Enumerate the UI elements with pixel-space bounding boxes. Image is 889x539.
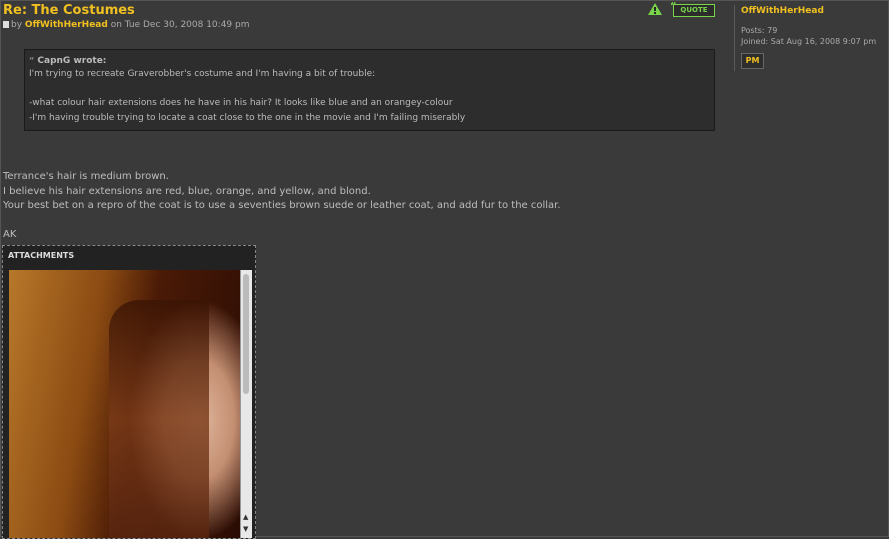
attachment-scrollbar[interactable]: ▲ ▼ — [240, 270, 252, 538]
scrollbar-thumb[interactable] — [243, 274, 249, 394]
quote-cite: “ CapnG wrote: — [29, 56, 106, 66]
quote-line-3: -I'm having trouble trying to locate a c… — [29, 113, 466, 123]
post-author-link[interactable]: OffWithHerHead — [25, 20, 108, 30]
post-meta: by OffWithHerHead on Tue Dec 30, 2008 10… — [3, 20, 249, 30]
pm-button[interactable]: PM — [741, 53, 764, 69]
body-line-3: Your best bet on a repro of the coat is … — [3, 200, 561, 211]
author-profile: OffWithHerHead Posts: 79 Joined: Sat Aug… — [741, 6, 876, 46]
post-icon[interactable] — [3, 21, 9, 28]
profile-name[interactable]: OffWithHerHead — [741, 6, 876, 16]
report-icon[interactable] — [648, 3, 662, 15]
quote-line-1: I'm trying to recreate Graverobber's cos… — [29, 69, 376, 79]
by-label: by — [11, 20, 23, 30]
scroll-down-icon[interactable]: ▼ — [243, 525, 248, 533]
quote-icon: “ — [29, 56, 35, 65]
attachments-label: ATTACHMENTS — [8, 251, 75, 260]
quote-line-2: -what colour hair extensions does he hav… — [29, 98, 453, 108]
quote-box: “ CapnG wrote: I'm trying to recreate Gr… — [24, 49, 715, 131]
post-date: on Tue Dec 30, 2008 10:49 pm — [110, 20, 250, 30]
quote-mark-icon: “ — [670, 1, 677, 12]
profile-joined: Joined: Sat Aug 16, 2008 9:07 pm — [741, 37, 877, 46]
signature: AK — [3, 229, 17, 240]
body-line-2: I believe his hair extensions are red, b… — [3, 186, 371, 197]
quote-cite-text: CapnG wrote: — [37, 56, 107, 66]
attachments-box: ATTACHMENTS ▲ ▼ — [2, 245, 256, 539]
attachment-image[interactable] — [9, 270, 240, 538]
quote-button[interactable]: “ QUOTE — [670, 1, 715, 17]
pm-button-label: PM — [745, 56, 760, 65]
post-title[interactable]: Re: The Costumes — [3, 3, 135, 18]
quote-button-label: QUOTE — [680, 6, 708, 14]
profile-divider — [734, 5, 735, 71]
attachment-image-detail — [109, 300, 209, 538]
scroll-up-icon[interactable]: ▲ — [243, 513, 248, 521]
profile-posts: Posts: 79 — [741, 26, 778, 35]
body-line-1: Terrance's hair is medium brown. — [3, 171, 169, 182]
